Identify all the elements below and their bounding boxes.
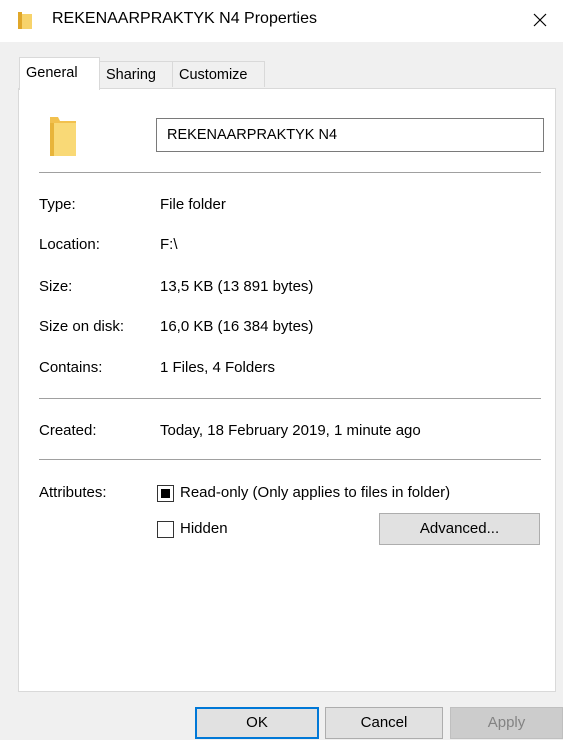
separator (39, 398, 541, 399)
separator (39, 459, 541, 460)
size-value: 13,5 KB (13 891 bytes) (160, 278, 314, 295)
cancel-button[interactable]: Cancel (325, 707, 443, 739)
size-on-disk-value: 16,0 KB (16 384 bytes) (160, 318, 314, 335)
readonly-checkbox[interactable] (157, 485, 174, 502)
apply-button[interactable]: Apply (450, 707, 563, 739)
tab-customize[interactable]: Customize (172, 61, 265, 87)
title-bar[interactable]: REKENAARPRAKTYK N4 Properties (0, 0, 563, 42)
hidden-label[interactable]: Hidden (180, 520, 228, 537)
created-value: Today, 18 February 2019, 1 minute ago (160, 422, 421, 439)
advanced-button[interactable]: Advanced... (379, 513, 540, 545)
readonly-label[interactable]: Read-only (Only applies to files in fold… (180, 484, 450, 501)
close-button[interactable] (517, 0, 563, 40)
type-value: File folder (160, 196, 226, 213)
indeterminate-mark (161, 489, 170, 498)
properties-dialog: REKENAARPRAKTYK N4 Properties General Sh… (0, 0, 563, 740)
folder-icon (18, 12, 32, 29)
size-on-disk-label: Size on disk: (39, 318, 125, 335)
folder-name-input[interactable]: REKENAARPRAKTYK N4 (156, 118, 544, 152)
location-label: Location: (39, 236, 100, 253)
location-value: F:\ (160, 236, 178, 253)
tab-general[interactable]: General (19, 57, 100, 90)
contains-value: 1 Files, 4 Folders (160, 359, 276, 376)
folder-icon (50, 117, 76, 156)
separator (39, 172, 541, 173)
tab-sharing[interactable]: Sharing (99, 61, 173, 87)
hidden-checkbox[interactable] (157, 521, 174, 538)
window-title: REKENAARPRAKTYK N4 Properties (52, 10, 317, 27)
created-label: Created: (39, 422, 97, 439)
general-tab-panel: REKENAARPRAKTYK N4 Type: File folder Loc… (18, 88, 556, 692)
type-label: Type: (39, 196, 76, 213)
size-label: Size: (39, 278, 73, 295)
contains-label: Contains: (39, 359, 103, 376)
attributes-label: Attributes: (39, 484, 107, 501)
close-icon (533, 13, 547, 27)
ok-button[interactable]: OK (195, 707, 319, 739)
